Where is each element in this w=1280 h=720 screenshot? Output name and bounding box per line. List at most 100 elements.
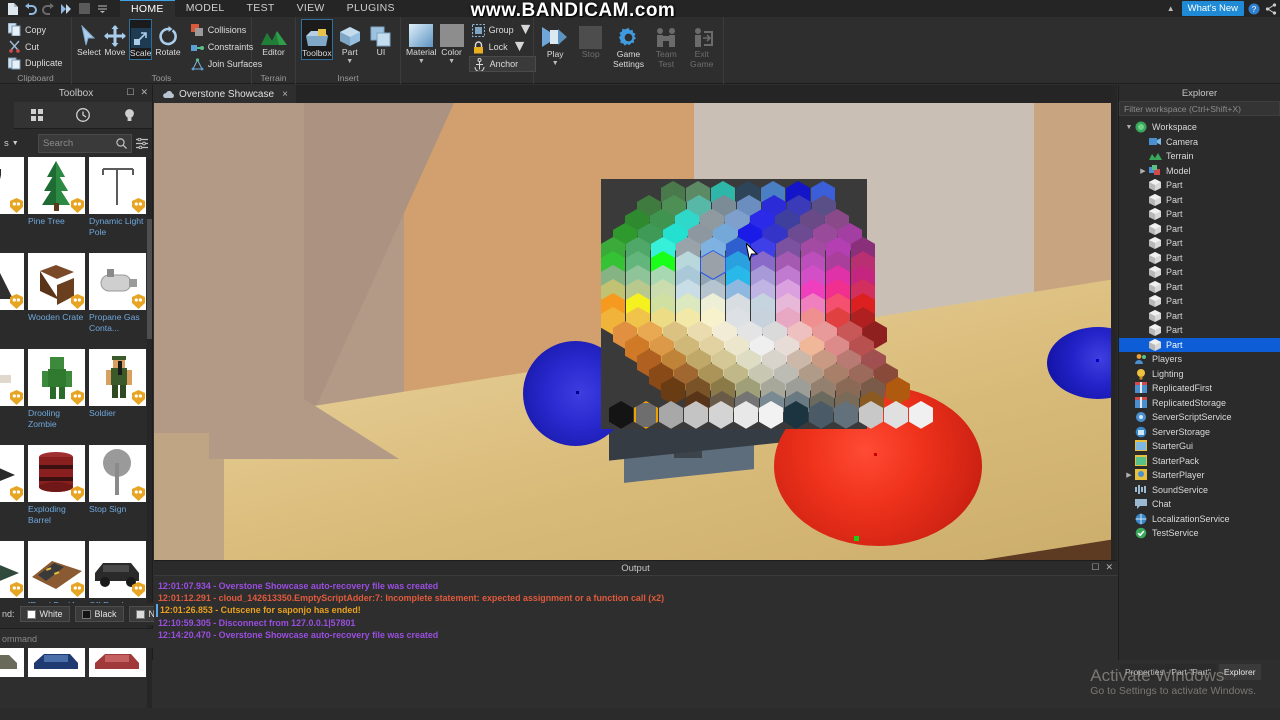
pin-icon[interactable]: ☐ [126, 87, 134, 98]
explorer-tree-item[interactable]: Part [1119, 337, 1280, 352]
explorer-tree-item[interactable]: Part [1119, 236, 1280, 251]
command-bar[interactable]: ommand [0, 628, 153, 648]
tab-test[interactable]: TEST [236, 0, 286, 17]
chevron-down-icon[interactable]: ▼ [1123, 124, 1135, 131]
explorer-tree-item[interactable]: LocalizationService [1119, 512, 1280, 527]
toolbox-item[interactable]: Wooden Crate [28, 253, 85, 333]
select-tool-button[interactable]: Select [77, 19, 101, 58]
explorer-tree-item[interactable]: Part [1119, 294, 1280, 309]
toolbox-scroll-thumb[interactable] [147, 219, 152, 339]
new-file-icon[interactable] [4, 1, 20, 16]
explorer-tree-item[interactable]: TestService [1119, 526, 1280, 541]
color-swatch-grey[interactable] [834, 401, 858, 429]
rotate-tool-button[interactable]: Rotate [155, 19, 181, 58]
color-swatch-grey[interactable] [609, 401, 633, 429]
anchor-button[interactable]: Anchor [468, 56, 537, 72]
lock-dropdown-caret[interactable]: ▼ [512, 38, 528, 56]
toolbox-search-input[interactable]: Search [38, 133, 132, 153]
explorer-tree-item[interactable]: Part [1119, 309, 1280, 324]
explorer-tree-item[interactable]: StarterPack [1119, 454, 1280, 469]
output-log-list[interactable]: 12:01:07.934 - Overstone Showcase auto-r… [154, 575, 1117, 672]
output-log-line[interactable]: 12:01:07.934 - Overstone Showcase auto-r… [158, 580, 1117, 592]
play-button[interactable]: Play ▼ [539, 21, 572, 67]
undo-icon[interactable] [22, 1, 38, 16]
toolbox-item[interactable]: Exploding Barrel [28, 445, 85, 525]
tab-home[interactable]: HOME [120, 0, 175, 17]
color-swatch-grey[interactable] [659, 401, 683, 429]
redo-icon[interactable] [40, 1, 56, 16]
explorer-tree-item[interactable]: ▼ Workspace [1119, 120, 1280, 135]
explorer-tree-item[interactable]: ReplicatedFirst [1119, 381, 1280, 396]
group-dropdown-caret[interactable]: ▼ [518, 21, 534, 39]
color-swatch-grey[interactable] [684, 401, 708, 429]
tab-model[interactable]: MODEL [175, 0, 236, 17]
color-dropdown-caret[interactable]: ▼ [448, 58, 455, 65]
chevron-up-icon[interactable]: ▲ [1163, 4, 1179, 13]
explorer-tree-item[interactable]: ServerStorage [1119, 425, 1280, 440]
explorer-tree-item[interactable]: Terrain [1119, 149, 1280, 164]
explorer-tree-item[interactable]: Part [1119, 222, 1280, 237]
explorer-tree-item[interactable]: ServerScriptService [1119, 410, 1280, 425]
3d-viewport[interactable] [154, 103, 1117, 560]
explorer-tree-item[interactable]: ▶ Model [1119, 164, 1280, 179]
toolbox-tab-marketplace[interactable] [14, 102, 60, 128]
move-tool-button[interactable]: Move [103, 19, 126, 58]
play-dropdown-caret[interactable]: ▼ [552, 60, 559, 67]
explorer-tree-item[interactable]: Chat [1119, 497, 1280, 512]
toolbox-item[interactable]: Stop Sign [89, 445, 146, 525]
toolbox-item[interactable]: tion [0, 157, 24, 237]
explorer-tree-item[interactable]: ReplicatedStorage [1119, 396, 1280, 411]
explorer-tree-item[interactable]: Part [1119, 265, 1280, 280]
part-insert-button[interactable]: Part ▼ [336, 19, 364, 65]
stop-icon[interactable] [76, 1, 92, 16]
output-log-line[interactable]: 12:01:12.291 - cloud_142613350.EmptyScri… [158, 592, 1117, 604]
explorer-tree-item[interactable]: Part [1119, 251, 1280, 266]
team-test-button[interactable]: Team Test [650, 21, 683, 69]
explorer-tree-item[interactable]: Part [1119, 323, 1280, 338]
explorer-tree[interactable]: ▼ Workspace Camera Terrain ▶ Model Part Par… [1119, 118, 1280, 541]
chevron-right-icon[interactable]: ▶ [1123, 471, 1135, 479]
color-swatch-grey[interactable] [784, 401, 808, 429]
color-swatch-grey[interactable] [884, 401, 908, 429]
tab-view[interactable]: VIEW [286, 0, 336, 17]
file-tab-overstone-showcase[interactable]: Overstone Showcase × [154, 85, 296, 103]
pin-icon[interactable]: ☐ [1091, 562, 1099, 573]
color-button[interactable]: Color ▼ [439, 19, 464, 65]
exit-game-button[interactable]: Exit Game [686, 21, 719, 69]
chevron-right-icon[interactable]: ▶ [1137, 167, 1149, 175]
stop-button[interactable]: Stop [575, 21, 608, 60]
close-icon[interactable]: ✕ [1105, 562, 1113, 573]
toolbox-item[interactable]: Pine Tree [28, 157, 85, 237]
toolbox-item[interactable]: Propane Gas Conta... [89, 253, 146, 333]
explorer-tree-item[interactable]: StarterGui [1119, 439, 1280, 454]
explorer-tree-item[interactable]: Camera [1119, 135, 1280, 150]
lock-button[interactable]: Lock ▼ [469, 38, 537, 56]
color-picker-popup[interactable] [601, 179, 933, 429]
toolbox-item[interactable]: Dynamic Light Pole [89, 157, 146, 237]
output-log-line[interactable]: 12:10:59.305 - Disconnect from 127.0.0.1… [158, 617, 1117, 629]
explorer-tree-item[interactable]: Part [1119, 207, 1280, 222]
toolbox-button[interactable]: Toolbox [301, 19, 333, 60]
color-swatch-grey[interactable] [734, 401, 758, 429]
part-dropdown-caret[interactable]: ▼ [346, 58, 353, 65]
publish-icon[interactable] [58, 1, 74, 16]
color-swatch-grey[interactable] [909, 401, 933, 429]
ui-insert-button[interactable]: UI [367, 19, 395, 58]
color-swatch-grey[interactable] [859, 401, 883, 429]
tab-plugins[interactable]: PLUGINS [336, 0, 406, 17]
toolbox-category-select[interactable]: s ▼ [4, 138, 34, 149]
toolbox-item[interactable]: Set [0, 349, 24, 429]
explorer-tree-item[interactable]: SoundService [1119, 483, 1280, 498]
output-log-line[interactable]: 12:01:26.853 - Cutscene for saponjo has … [156, 604, 1117, 617]
toolbox-item[interactable]: Soldier [89, 349, 146, 429]
close-icon[interactable]: × [282, 89, 288, 100]
explorer-tree-item[interactable]: Part [1119, 280, 1280, 295]
explorer-tree-item[interactable]: Part [1119, 193, 1280, 208]
toolbox-item[interactable]: Tent [0, 253, 24, 333]
chevron-down-icon[interactable]: ▼ [12, 140, 19, 147]
color-swatch-grey[interactable] [759, 401, 783, 429]
color-swatch-active[interactable] [634, 401, 658, 429]
duplicate-button[interactable]: Duplicate [5, 55, 66, 71]
material-button[interactable]: Material ▼ [406, 19, 437, 65]
material-dropdown-caret[interactable]: ▼ [418, 58, 425, 65]
